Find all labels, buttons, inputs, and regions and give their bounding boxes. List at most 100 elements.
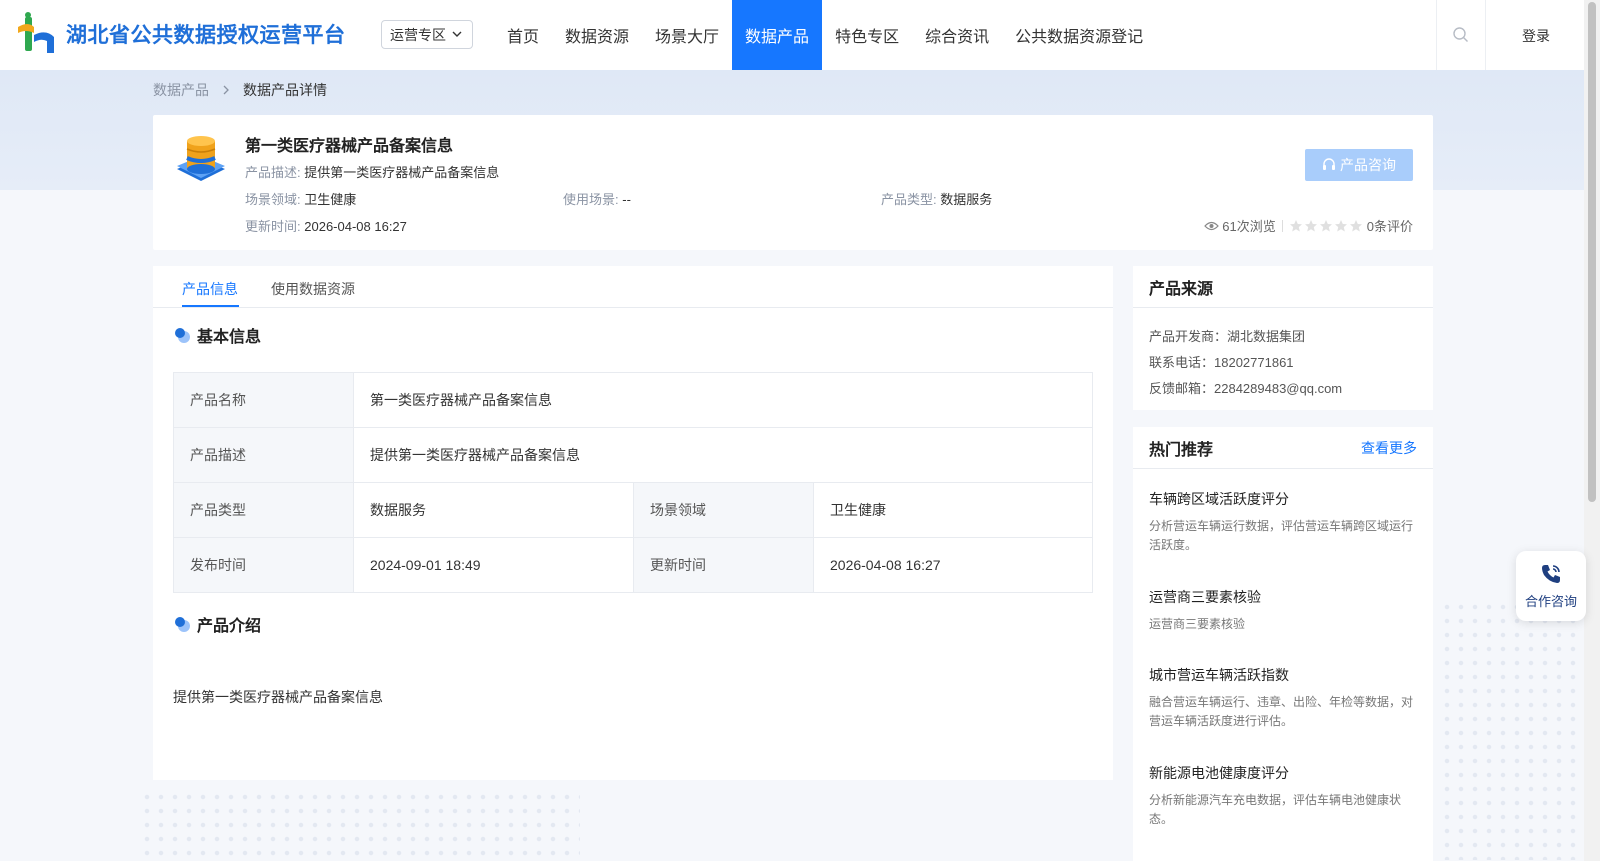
field-label: 产品描述 (173, 427, 354, 483)
nav-item-data-products[interactable]: 数据产品 (732, 0, 823, 70)
table-row: 产品类型 数据服务 场景领域 卫生健康 (173, 482, 1093, 538)
product-usage-value: -- (622, 192, 631, 207)
intro-title: 产品介绍 (197, 618, 262, 635)
hot-item-desc: 融合营运车辆运行、违章、出险、年检等数据，对营运车辆活跃度进行评估。 (1149, 695, 1414, 728)
tab-product-info[interactable]: 产品信息 (182, 279, 238, 299)
field-value: 2026-04-08 16:27 (813, 537, 1093, 593)
hot-item-title: 车辆跨区域活跃度评分 (1149, 491, 1289, 507)
phone-icon (1542, 564, 1560, 583)
nav-item-resource-registry[interactable]: 公共数据资源登记 (1002, 0, 1156, 70)
intro-heading: 产品介绍 (173, 612, 261, 636)
hot-item-title: 运营商三要素核验 (1149, 589, 1261, 605)
product-stats: 61次浏览 0条评价 (1204, 216, 1413, 235)
star-icon (1334, 219, 1347, 231)
field-value: 第一类医疗器械产品备案信息 (353, 372, 1093, 428)
product-detail-panel: 产品信息 使用数据资源 基本信息 产品名称 第一类医疗器械产品备案信息 产品描述… (153, 266, 1113, 780)
headset-icon (1323, 158, 1335, 170)
field-label: 更新时间 (633, 537, 814, 593)
floating-consult-button[interactable]: 合作咨询 (1516, 551, 1586, 621)
product-usage-row: 使用场景: -- (563, 189, 631, 208)
logo-text: 湖北省公共数据授权运营平台 (66, 24, 346, 47)
scrollbar-thumb[interactable] (1588, 2, 1596, 502)
review-count: 0条评价 (1366, 219, 1413, 234)
hot-item-desc: 运营商三要素核验 (1149, 617, 1246, 631)
hot-card-title: 热门推荐 (1149, 441, 1214, 459)
breadcrumb-parent[interactable]: 数据产品 (153, 80, 209, 100)
nav-item-featured-zone[interactable]: 特色专区 (822, 0, 912, 70)
zone-select-label: 运营专区 (390, 26, 446, 43)
search-icon (1453, 27, 1468, 42)
product-type-label: 产品类型: (881, 192, 937, 207)
product-title: 第一类医疗器械产品备案信息 (245, 138, 454, 155)
basic-info-heading: 基本信息 (173, 323, 261, 347)
product-summary-card: 第一类医疗器械产品备案信息 产品描述: 提供第一类医疗器械产品备案信息 场景领域… (153, 115, 1433, 250)
zone-select[interactable]: 运营专区 (381, 20, 473, 49)
field-value: 卫生健康 (813, 482, 1093, 538)
product-type-row: 产品类型: 数据服务 (881, 189, 992, 208)
field-label: 发布时间 (173, 537, 354, 593)
breadcrumb: 数据产品 数据产品详情 (153, 80, 327, 100)
field-value: 数据服务 (353, 482, 634, 538)
hot-item[interactable]: 车辆跨区域活跃度评分 分析营运车辆运行数据，评估营运车辆跨区域运行活跃度。 (1149, 489, 1419, 555)
login-link[interactable]: 登录 (1522, 26, 1550, 46)
source-email: 反馈邮箱：2284289483@qq.com (1149, 381, 1343, 396)
table-row: 产品名称 第一类医疗器械产品备案信息 (173, 372, 1093, 428)
site-logo[interactable]: 湖北省公共数据授权运营平台 (16, 10, 356, 58)
product-updated-row: 更新时间: 2026-04-08 16:27 (245, 216, 407, 235)
product-desc-value: 提供第一类医疗器械产品备案信息 (304, 165, 500, 180)
nav-item-data-resources[interactable]: 数据资源 (552, 0, 642, 70)
hot-item[interactable]: 城市营运车辆活跃指数 融合营运车辆运行、违章、出险、年检等数据，对营运车辆活跃度… (1149, 665, 1419, 731)
source-card-header: 产品来源 (1133, 266, 1433, 308)
hot-item[interactable]: 运营商三要素核验 运营商三要素核验 (1149, 587, 1419, 634)
database-icon (177, 136, 225, 181)
table-row: 产品描述 提供第一类医疗器械产品备案信息 (173, 427, 1093, 483)
product-type-value: 数据服务 (940, 192, 993, 207)
logo-mark-icon (18, 12, 54, 53)
product-consult-button[interactable]: 产品咨询 (1305, 149, 1413, 181)
product-desc-row: 产品描述: 提供第一类医疗器械产品备案信息 (245, 162, 499, 181)
field-label: 产品名称 (173, 372, 354, 428)
source-phone: 联系电话：18202771861 (1149, 355, 1294, 370)
chevron-right-icon (221, 84, 231, 96)
decor-dots (140, 790, 580, 860)
hot-card-header: 热门推荐 查看更多 (1133, 427, 1433, 469)
hot-item-desc: 分析新能源汽车充电数据，评估车辆电池健康状态。 (1149, 793, 1402, 826)
product-updated-value: 2026-04-08 16:27 (304, 219, 407, 234)
decor-dots (1440, 600, 1590, 860)
hot-item[interactable]: 新能源电池健康度评分 分析新能源汽车充电数据，评估车辆电池健康状态。 (1149, 763, 1419, 829)
field-label: 产品类型 (173, 482, 354, 538)
nav-item-home[interactable]: 首页 (494, 0, 552, 70)
view-more-link[interactable]: 查看更多 (1361, 438, 1417, 458)
nav-item-scene-hall[interactable]: 场景大厅 (642, 0, 732, 70)
product-domain-label: 场景领域: (245, 192, 301, 207)
source-card-title: 产品来源 (1149, 280, 1214, 298)
intro-text: 提供第一类医疗器械产品备案信息 (173, 689, 383, 705)
chevron-down-icon (452, 31, 462, 37)
hot-item-title: 城市营运车辆活跃指数 (1149, 667, 1289, 683)
stats-divider (1281, 219, 1283, 232)
star-icon (1349, 219, 1362, 231)
star-icon (1289, 219, 1302, 231)
search-button[interactable] (1436, 0, 1486, 70)
table-row: 发布时间 2024-09-01 18:49 更新时间 2026-04-08 16… (173, 537, 1093, 593)
nav-item-news[interactable]: 综合资讯 (912, 0, 1002, 70)
star-icon (1304, 219, 1317, 231)
product-updated-label: 更新时间: (245, 219, 301, 234)
field-value: 2024-09-01 18:49 (353, 537, 634, 593)
rating-stars (1289, 219, 1363, 233)
basic-info-title: 基本信息 (197, 329, 262, 346)
floating-consult-label: 合作咨询 (1524, 593, 1577, 609)
section-bullet-icon (175, 328, 190, 343)
page-scrollbar[interactable] (1584, 0, 1600, 861)
view-count: 61次浏览 (1222, 219, 1276, 234)
product-consult-label: 产品咨询 (1340, 157, 1396, 173)
main-nav: 首页 数据资源 场景大厅 数据产品 特色专区 综合资讯 公共数据资源登记 (494, 0, 1156, 70)
breadcrumb-current: 数据产品详情 (243, 82, 327, 98)
product-source-card: 产品来源 产品开发商：湖北数据集团 联系电话：18202771861 反馈邮箱：… (1133, 266, 1433, 410)
field-label: 场景领域 (633, 482, 814, 538)
hot-item-title: 新能源电池健康度评分 (1149, 765, 1289, 781)
hot-item-desc: 分析营运车辆运行数据，评估营运车辆跨区域运行活跃度。 (1149, 519, 1414, 552)
tab-used-resources[interactable]: 使用数据资源 (271, 279, 355, 299)
star-icon (1319, 219, 1332, 231)
product-usage-label: 使用场景: (563, 192, 619, 207)
